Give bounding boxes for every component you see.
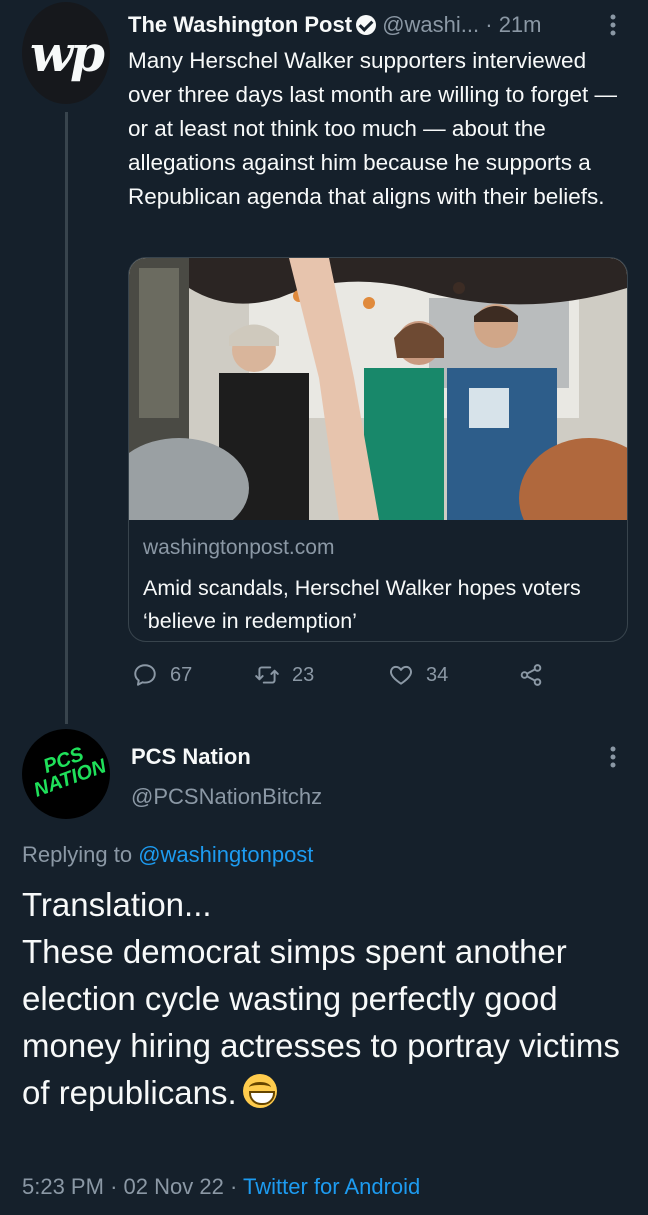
- avatar-logo-text: PCS NATION: [30, 743, 110, 802]
- like-count: 34: [426, 663, 449, 686]
- author-handle[interactable]: @washi...: [382, 12, 479, 37]
- verified-badge-icon: [356, 15, 377, 35]
- replying-to-label: Replying to: [22, 842, 133, 867]
- card-title: Amid scandals, Herschel Walker hopes vot…: [143, 576, 581, 633]
- grinning-face-emoji: [242, 1074, 277, 1108]
- share-icon: [520, 664, 542, 686]
- washington-post-avatar[interactable]: wp: [22, 2, 110, 104]
- card-photo: [129, 258, 627, 520]
- heart-icon: [390, 665, 412, 685]
- tweet-text: Many Herschel Walker supporters intervie…: [128, 48, 617, 209]
- separator-dot: ·: [229, 1174, 238, 1199]
- link-preview-card[interactable]: washingtonpost.com Amid scandals, Hersch…: [128, 257, 628, 642]
- tweet-timestamp[interactable]: 5:23 PM: [22, 1174, 104, 1199]
- separator-dot: ·: [485, 12, 493, 37]
- tweet-source[interactable]: Twitter for Android: [243, 1174, 420, 1199]
- separator-dot: ·: [110, 1174, 118, 1199]
- reply-button[interactable]: 67: [132, 662, 192, 688]
- replying-to-line: Replying to @washingtonpost: [22, 842, 313, 868]
- reply-icon: [134, 664, 156, 686]
- pcs-nation-avatar[interactable]: PCS NATION: [22, 729, 110, 819]
- tweet-text-body: These democrat simps spent another elect…: [22, 933, 620, 1111]
- more-options-icon[interactable]: [608, 12, 618, 42]
- tweet-actions: 67 23 34: [132, 662, 572, 692]
- thread-connector-line: [65, 112, 68, 724]
- tweet-text: Translation... These democrat simps spen…: [22, 881, 622, 1116]
- card-domain: washingtonpost.com: [143, 536, 335, 559]
- tweet-date[interactable]: 02 Nov 22: [124, 1174, 224, 1199]
- author-name[interactable]: The Washington Post: [128, 12, 352, 37]
- replying-to-handle[interactable]: @washingtonpost: [138, 842, 313, 867]
- share-button[interactable]: [518, 662, 544, 688]
- avatar-logo-text: wp: [29, 24, 105, 83]
- tweet-time[interactable]: 21m: [499, 12, 542, 37]
- retweet-count: 23: [292, 663, 315, 686]
- card-meta: washingtonpost.com Amid scandals, Hersch…: [143, 536, 613, 638]
- tweet-header: The Washington Post @washi... · 21m: [128, 12, 541, 42]
- author-name[interactable]: PCS Nation: [131, 744, 251, 770]
- like-button[interactable]: 34: [388, 662, 448, 688]
- reply-count: 67: [170, 663, 193, 686]
- retweet-icon: [255, 666, 279, 684]
- author-handle[interactable]: @PCSNationBitchz: [131, 784, 322, 810]
- retweet-button[interactable]: 23: [254, 662, 314, 688]
- more-options-icon[interactable]: [608, 744, 618, 775]
- tweet-text-line1: Translation...: [22, 886, 212, 923]
- tweet-meta: 5:23 PM · 02 Nov 22 · Twitter for Androi…: [22, 1174, 420, 1200]
